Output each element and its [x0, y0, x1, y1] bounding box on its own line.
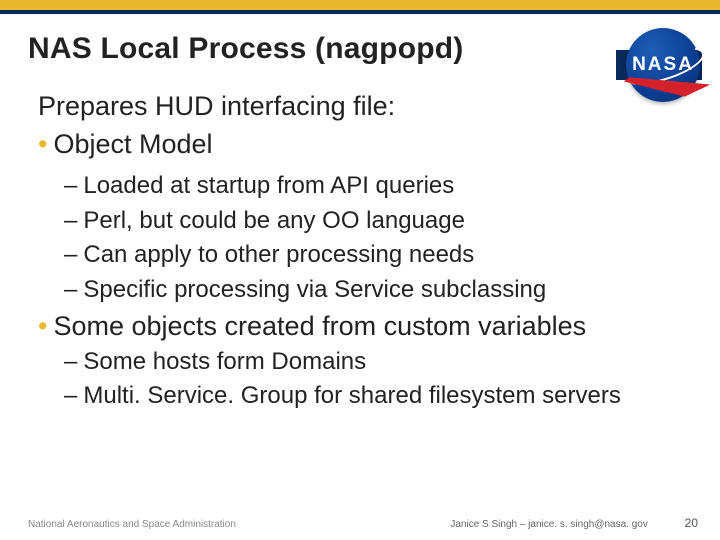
page-number: 20 [685, 516, 698, 530]
bullet-icon: • [38, 311, 47, 341]
dash-icon: – [64, 207, 77, 234]
footer-right: Janice S Singh – janice. s. singh@nasa. … [450, 516, 698, 530]
accent-bar [0, 0, 720, 14]
bullet-level1: •Some objects created from custom variab… [38, 308, 692, 344]
footer-author: Janice S Singh – janice. s. singh@nasa. … [450, 519, 648, 530]
bullet-text: Perl, but could be any OO language [83, 207, 465, 234]
sub-group: –Loaded at startup from API queries –Per… [38, 169, 692, 308]
footer: National Aeronautics and Space Administr… [0, 516, 720, 530]
bullet-level2: –Can apply to other processing needs [38, 238, 692, 273]
slide-title: NAS Local Process (nagpopd) [28, 32, 610, 66]
nasa-logo: NASA [616, 22, 702, 108]
bullet-text: Loaded at startup from API queries [83, 172, 454, 199]
logo-text: NASA [632, 54, 694, 76]
bullet-level2: –Perl, but could be any OO language [38, 204, 692, 239]
nasa-meatball-icon: NASA [626, 28, 700, 102]
slide: NAS Local Process (nagpopd) NASA Prepare… [0, 0, 720, 540]
bullet-text: Some objects created from custom variabl… [53, 311, 586, 341]
dash-icon: – [64, 241, 77, 268]
dash-icon: – [64, 382, 77, 409]
bullet-text: Can apply to other processing needs [83, 241, 474, 268]
header: NAS Local Process (nagpopd) NASA [0, 14, 720, 80]
bullet-icon: • [38, 129, 47, 159]
bullet-text: Object Model [53, 129, 212, 159]
bullet-level1: •Object Model [38, 126, 692, 162]
lead-text: Prepares HUD interfacing file: [38, 88, 692, 124]
dash-icon: – [64, 172, 77, 199]
slide-body: Prepares HUD interfacing file: •Object M… [0, 80, 720, 414]
bullet-level2: –Specific processing via Service subclas… [38, 273, 692, 308]
dash-icon: – [64, 276, 77, 303]
bullet-level2: –Some hosts form Domains [38, 345, 692, 380]
bullet-level2: –Loaded at startup from API queries [38, 169, 692, 204]
bullet-text: Some hosts form Domains [83, 348, 366, 375]
bullet-text: Multi. Service. Group for shared filesys… [83, 382, 621, 409]
bullet-level2: –Multi. Service. Group for shared filesy… [38, 379, 692, 414]
dash-icon: – [64, 348, 77, 375]
footer-org: National Aeronautics and Space Administr… [28, 519, 236, 530]
bullet-text: Specific processing via Service subclass… [83, 276, 546, 303]
